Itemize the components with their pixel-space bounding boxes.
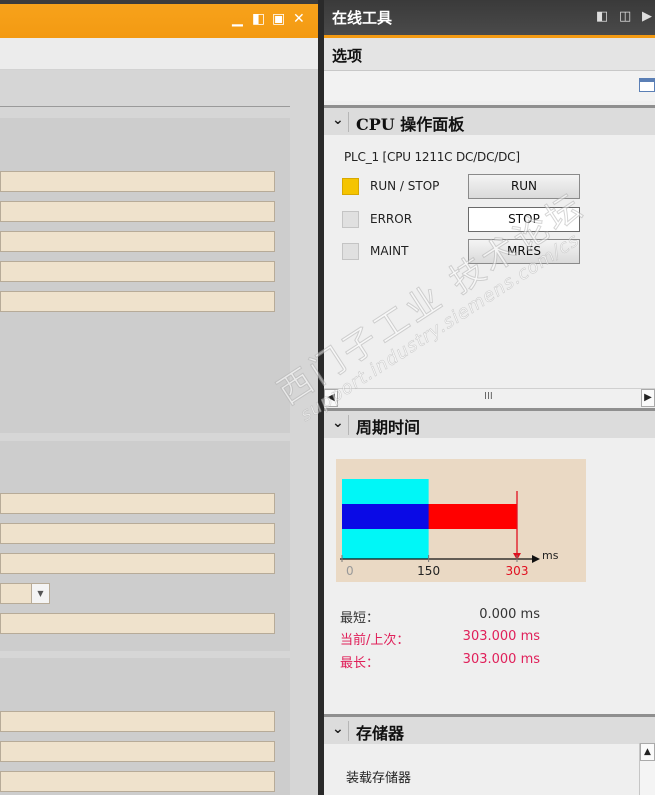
x-tick-label: 303 <box>506 564 529 578</box>
vertical-scrollbar[interactable]: ▲ <box>639 743 655 795</box>
options-bar: 选项 <box>324 38 655 71</box>
cycle-time-title: 周期时间 <box>356 418 421 437</box>
property-field[interactable] <box>0 171 275 192</box>
maximize-icon[interactable]: ▣ <box>272 8 285 30</box>
stat-label: 当前/上次： <box>340 633 410 648</box>
pane-toolbar <box>324 71 655 101</box>
options-label: 选项 <box>332 47 363 65</box>
minimize-icon[interactable]: ▁ <box>232 8 243 30</box>
cycle-time-chart: 0 150 303 ms <box>336 459 586 582</box>
cpu-device-name: PLC_1 [CPU 1211C DC/DC/DC] <box>344 150 520 164</box>
property-field[interactable] <box>0 711 275 732</box>
stat-value: 0.000 ms <box>479 607 540 622</box>
chevron-down-icon[interactable]: ⌄ <box>332 721 344 737</box>
panel-layout-icon[interactable] <box>639 78 655 92</box>
property-field[interactable] <box>0 291 275 312</box>
float-window-icon[interactable]: ◧ <box>252 8 265 30</box>
stat-label: 最短： <box>340 611 380 626</box>
property-field[interactable] <box>0 613 275 634</box>
online-tools-titlebar: 在线工具 ◧ ◫ ▶ <box>324 0 655 38</box>
scroll-left-icon[interactable]: ◀ <box>324 389 338 407</box>
editor-content: ▼ <box>0 70 318 795</box>
chevron-down-icon[interactable]: ▼ <box>31 584 49 603</box>
x-axis-unit: ms <box>542 549 559 562</box>
divider <box>348 415 349 435</box>
property-field[interactable] <box>0 261 275 282</box>
property-group <box>0 118 290 433</box>
online-tools-title: 在线工具 <box>332 9 393 27</box>
x-tick-label: 150 <box>417 564 440 578</box>
maint-label: MAINT <box>370 244 409 258</box>
stop-button[interactable]: STOP <box>468 207 580 232</box>
collapse-right-icon[interactable]: ▶ <box>642 9 652 24</box>
memory-header[interactable]: ⌄ 存储器 <box>324 714 655 744</box>
run-stop-label: RUN / STOP <box>370 179 440 193</box>
stat-value: 303.000 ms <box>462 629 540 644</box>
scroll-up-icon[interactable]: ▲ <box>640 743 655 761</box>
divider <box>348 112 349 132</box>
editor-pane: ▁ ◧ ▣ ✕ ▼ <box>0 0 318 795</box>
property-group <box>0 658 290 795</box>
property-group: ▼ <box>0 441 290 651</box>
divider <box>348 721 349 741</box>
editor-toolbar <box>0 38 318 70</box>
float-window-icon[interactable]: ◧ <box>596 9 608 24</box>
property-field[interactable] <box>0 201 275 222</box>
editor-titlebar: ▁ ◧ ▣ ✕ <box>0 0 318 38</box>
cycle-time-plot: 0 150 303 ms <box>340 479 559 578</box>
close-icon[interactable]: ✕ <box>293 8 305 30</box>
property-field[interactable] <box>0 523 275 544</box>
scroll-grip[interactable]: III <box>484 391 493 402</box>
property-field[interactable] <box>0 553 275 574</box>
cycle-bar-current <box>342 504 429 529</box>
split-view-icon[interactable]: ◫ <box>619 9 631 24</box>
maint-led <box>342 243 359 260</box>
run-stop-led <box>342 178 359 195</box>
property-field[interactable] <box>0 493 275 514</box>
chevron-down-icon[interactable]: ⌄ <box>332 112 344 128</box>
stat-label: 最长： <box>340 656 380 671</box>
divider <box>0 106 290 107</box>
online-tools-pane: 在线工具 ◧ ◫ ▶ 选项 ⌄ CPU 操作面板 PLC_1 [CPU 1211… <box>324 0 655 795</box>
property-field[interactable] <box>0 771 275 792</box>
scroll-right-icon[interactable]: ▶ <box>641 389 655 407</box>
error-led <box>342 211 359 228</box>
error-label: ERROR <box>370 212 413 226</box>
cycle-time-header[interactable]: ⌄ 周期时间 <box>324 408 655 438</box>
chevron-down-icon[interactable]: ⌄ <box>332 415 344 431</box>
run-button[interactable]: RUN <box>468 174 580 199</box>
x-axis-arrow <box>532 555 540 563</box>
property-field[interactable] <box>0 741 275 762</box>
stat-value: 303.000 ms <box>462 652 540 667</box>
property-dropdown[interactable]: ▼ <box>0 583 50 604</box>
property-field[interactable] <box>0 231 275 252</box>
memory-title: 存储器 <box>356 724 405 743</box>
mres-button[interactable]: MRES <box>468 239 580 264</box>
cpu-panel-title: CPU 操作面板 <box>356 115 465 134</box>
load-memory-label: 装载存储器 <box>346 771 412 786</box>
x-tick-label: 0 <box>346 564 354 578</box>
horizontal-scrollbar[interactable]: ◀ III ▶ <box>324 388 655 407</box>
cpu-panel-header[interactable]: ⌄ CPU 操作面板 <box>324 105 655 135</box>
